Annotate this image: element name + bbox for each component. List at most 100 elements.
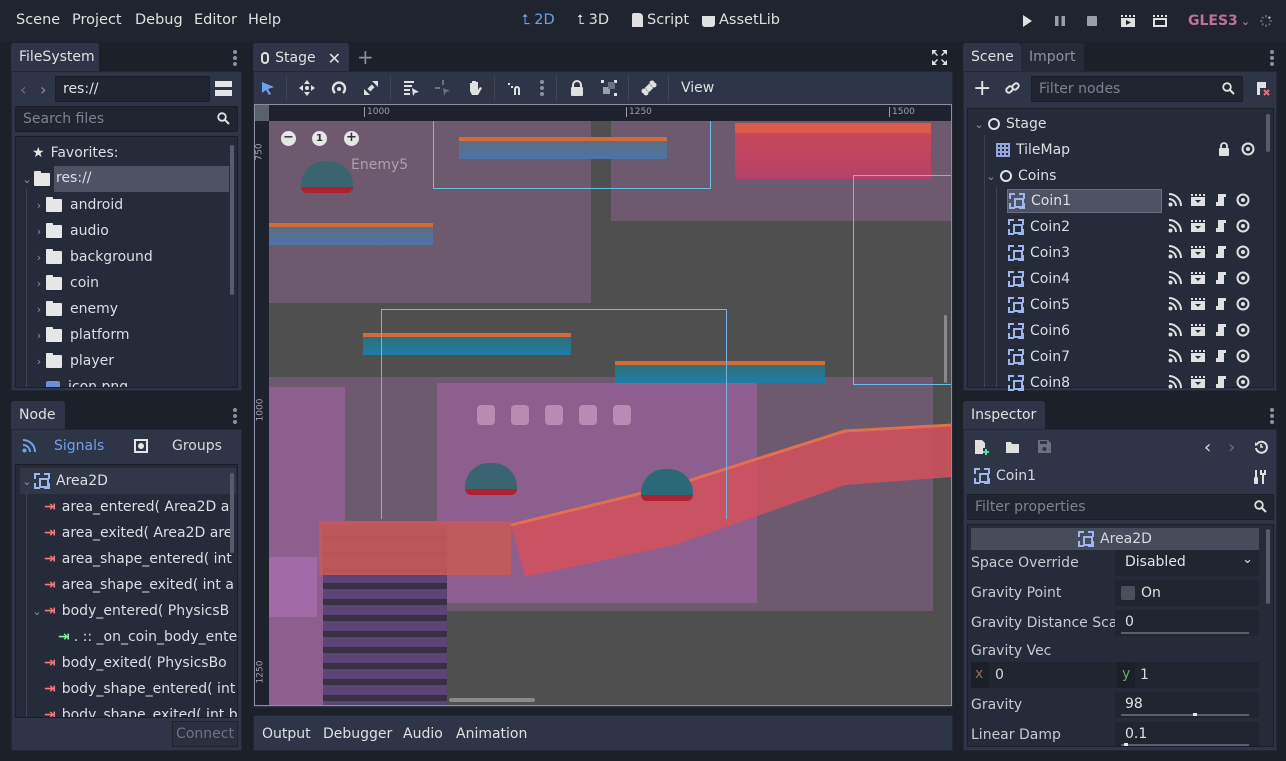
lock-icon[interactable] [1217,142,1231,156]
workspace-2d-button[interactable]: ⮤ 2D [522,12,555,28]
signal-body-exited[interactable]: ⇥ body_exited( PhysicsBo [44,650,227,676]
filter-properties-input[interactable]: Filter properties [967,494,1274,520]
menu-editor[interactable]: Editor [194,12,237,28]
tree-node-coin4[interactable]: Coin4 [1007,266,1162,292]
folder-res[interactable]: ⌄ res:// [20,166,229,192]
tree-node-coin7[interactable]: Coin7 [1007,344,1162,370]
signal-connection[interactable]: ⇥. :: _on_coin_body_ente [58,624,237,650]
instanced-scene-icon[interactable] [1190,193,1206,207]
favorites-row[interactable]: ★ Favorites: [32,140,119,166]
signals-scrollbar[interactable] [230,473,234,553]
group-icon[interactable] [600,79,618,97]
tree-node-tilemap[interactable]: TileMap [996,137,1070,163]
signal-body-shape-entered[interactable]: ⇥ body_shape_entered( int [44,676,235,702]
script-icon[interactable] [1214,323,1228,337]
workspace-assetlib-button[interactable]: AssetLib [702,12,780,28]
instanced-scene-icon[interactable] [1190,323,1206,337]
visibility-eye-icon[interactable] [1236,193,1250,207]
tree-node-coin2[interactable]: Coin2 [1007,214,1162,240]
filter-nodes-input[interactable]: Filter nodes [1031,76,1243,102]
script-icon[interactable] [1214,349,1228,363]
signal-area-exited[interactable]: ⇥ area_exited( Area2D are [44,520,232,546]
open-folder-icon[interactable] [1005,440,1021,454]
tree-node-coin8[interactable]: Coin8 [1007,370,1162,396]
signal-area-shape-exited[interactable]: ⇥ area_shape_exited( int a [44,572,234,598]
gravity-vec-x-input[interactable]: 0 [995,667,1004,683]
tab-node[interactable]: Node [11,401,65,431]
workspace-script-button[interactable]: Script [632,12,689,28]
signal-connections-icon[interactable] [1168,245,1182,259]
scene-panel-menu-icon[interactable] [1270,50,1274,68]
folder-platform[interactable]: › platform [32,322,130,348]
visibility-eye-icon[interactable] [1236,245,1250,259]
back-arrow-icon[interactable]: ‹ [20,80,26,99]
tree-node-coin5[interactable]: Coin5 [1007,292,1162,318]
menu-project[interactable]: Project [72,12,122,28]
groups-tab[interactable]: Groups [134,438,222,454]
signal-body-entered[interactable]: ⌄ ⇥ body_entered( PhysicsB [30,598,229,624]
folder-audio[interactable]: › audio [32,218,109,244]
instanced-scene-icon[interactable] [1190,219,1206,233]
tab-filesystem[interactable]: FileSystem [11,43,99,73]
search-files-input[interactable]: Search files [15,106,238,132]
instanced-scene-icon[interactable] [1190,349,1206,363]
tab-output[interactable]: Output [262,726,311,742]
class-header-area2d[interactable]: ⌄ Area2D [20,468,236,494]
script-icon[interactable] [1214,297,1228,311]
tab-scene[interactable]: Scene [963,43,1021,73]
history-back-icon[interactable]: ‹ [1204,437,1211,458]
tree-node-coin3[interactable]: Coin3 [1007,240,1162,266]
file-icon-png[interactable]: icon.png [46,374,128,387]
close-tab-icon[interactable]: ✕ [328,49,341,68]
visibility-eye-icon[interactable] [1236,297,1250,311]
signals-tab[interactable]: Signals [22,438,104,454]
add-tab-icon[interactable]: + [357,45,374,69]
rotate-tool-icon[interactable] [330,79,348,97]
list-select-tool-icon[interactable] [402,79,420,97]
pause-icon[interactable] [1053,14,1067,28]
instanced-scene-icon[interactable] [1190,245,1206,259]
script-icon[interactable] [1214,375,1228,389]
script-icon[interactable] [1214,193,1228,207]
fullscreen-icon[interactable] [932,50,947,65]
slider-grabber[interactable] [1192,713,1197,716]
inspector-menu-icon[interactable] [1270,408,1274,426]
history-icon[interactable] [1254,440,1268,454]
folder-coin[interactable]: › coin [32,270,99,296]
link-icon[interactable] [1005,81,1020,96]
visibility-eye-icon[interactable] [1236,375,1250,389]
script-icon[interactable] [1214,245,1228,259]
signal-connections-icon[interactable] [1168,297,1182,311]
remote-script-icon[interactable] [1254,80,1270,96]
gravity-point-checkbox[interactable]: On [1115,580,1259,606]
tab-inspector[interactable]: Inspector [963,401,1045,431]
signal-connections-icon[interactable] [1168,323,1182,337]
visibility-eye-icon[interactable] [1241,142,1255,156]
signal-connections-icon[interactable] [1168,193,1182,207]
tab-animation[interactable]: Animation [456,726,527,742]
gravity-vec-y-input[interactable]: 1 [1140,667,1149,683]
stop-icon[interactable] [1085,14,1099,28]
tab-debugger[interactable]: Debugger [323,726,392,742]
signal-connections-icon[interactable] [1168,219,1182,233]
connect-button[interactable]: Connect [172,721,238,747]
menu-debug[interactable]: Debug [135,12,183,28]
signal-connections-icon[interactable] [1168,375,1182,389]
instanced-scene-icon[interactable] [1190,271,1206,285]
folder-enemy[interactable]: › enemy [32,296,118,322]
gravity-slider-input[interactable]: 98 [1115,692,1259,718]
menu-scene[interactable]: Scene [16,12,60,28]
zoom-in-button[interactable]: + [344,131,359,146]
tab-stage[interactable]: Stage ✕ [253,43,349,73]
tree-node-coins[interactable]: ⌄ Coins [984,163,1056,189]
section-header-area2d[interactable]: Area2D [971,528,1259,550]
scene-tree-scrollbar[interactable] [1266,114,1270,152]
folder-background[interactable]: › background [32,244,153,270]
horizontal-scrollbar[interactable] [449,698,535,702]
save-icon[interactable] [1037,439,1052,454]
lock-icon[interactable] [568,79,586,97]
space-override-dropdown[interactable]: Disabled ⌄ [1115,550,1259,576]
node-panel-menu-icon[interactable] [233,408,237,426]
snap-options-icon[interactable] [540,80,544,98]
forward-arrow-icon[interactable]: › [40,80,46,99]
